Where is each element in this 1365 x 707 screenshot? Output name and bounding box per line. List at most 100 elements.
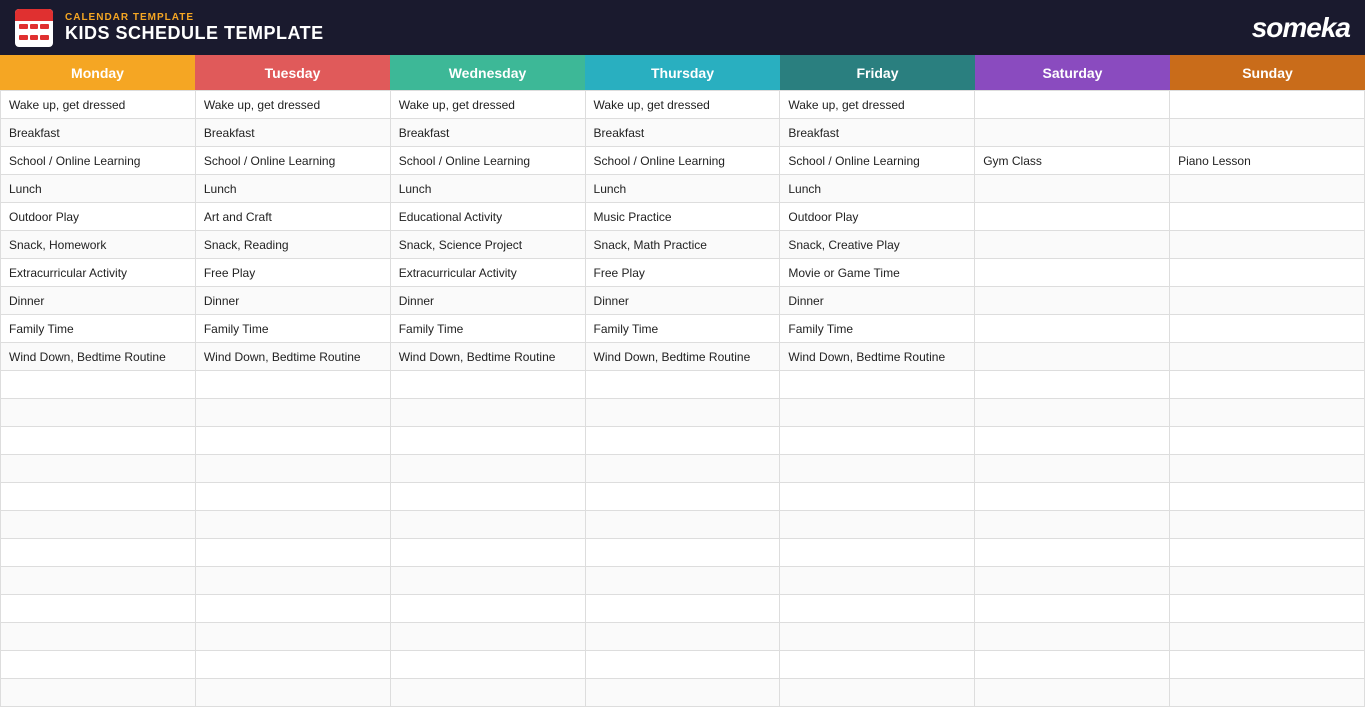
table-cell[interactable] bbox=[780, 511, 975, 539]
table-cell[interactable]: Family Time bbox=[390, 315, 585, 343]
table-cell[interactable] bbox=[1, 455, 196, 483]
table-cell[interactable]: Free Play bbox=[195, 259, 390, 287]
table-cell[interactable] bbox=[585, 427, 780, 455]
table-cell[interactable]: Educational Activity bbox=[390, 203, 585, 231]
table-cell[interactable] bbox=[390, 371, 585, 399]
table-cell[interactable] bbox=[975, 623, 1170, 651]
table-cell[interactable]: Wind Down, Bedtime Routine bbox=[390, 343, 585, 371]
table-cell[interactable] bbox=[975, 259, 1170, 287]
table-cell[interactable] bbox=[975, 203, 1170, 231]
table-cell[interactable] bbox=[1170, 231, 1365, 259]
table-cell[interactable]: Wake up, get dressed bbox=[780, 91, 975, 119]
table-cell[interactable] bbox=[390, 511, 585, 539]
table-cell[interactable] bbox=[975, 427, 1170, 455]
table-cell[interactable] bbox=[1170, 511, 1365, 539]
table-cell[interactable] bbox=[780, 679, 975, 707]
table-cell[interactable]: Lunch bbox=[195, 175, 390, 203]
table-cell[interactable] bbox=[585, 679, 780, 707]
table-cell[interactable] bbox=[780, 427, 975, 455]
table-cell[interactable] bbox=[780, 371, 975, 399]
table-cell[interactable]: Lunch bbox=[585, 175, 780, 203]
table-cell[interactable]: Family Time bbox=[195, 315, 390, 343]
table-cell[interactable]: Movie or Game Time bbox=[780, 259, 975, 287]
table-cell[interactable]: Snack, Reading bbox=[195, 231, 390, 259]
table-cell[interactable] bbox=[195, 623, 390, 651]
table-cell[interactable] bbox=[780, 455, 975, 483]
table-cell[interactable] bbox=[1, 539, 196, 567]
table-cell[interactable] bbox=[585, 483, 780, 511]
table-cell[interactable] bbox=[975, 91, 1170, 119]
table-cell[interactable]: Wind Down, Bedtime Routine bbox=[195, 343, 390, 371]
table-cell[interactable] bbox=[1170, 427, 1365, 455]
table-cell[interactable] bbox=[585, 623, 780, 651]
table-cell[interactable] bbox=[195, 399, 390, 427]
table-cell[interactable]: Family Time bbox=[585, 315, 780, 343]
table-cell[interactable]: Wake up, get dressed bbox=[1, 91, 196, 119]
table-cell[interactable]: Wake up, get dressed bbox=[585, 91, 780, 119]
table-cell[interactable]: School / Online Learning bbox=[585, 147, 780, 175]
table-cell[interactable] bbox=[585, 651, 780, 679]
table-cell[interactable]: School / Online Learning bbox=[390, 147, 585, 175]
table-cell[interactable] bbox=[195, 455, 390, 483]
table-cell[interactable] bbox=[585, 539, 780, 567]
table-cell[interactable] bbox=[1, 371, 196, 399]
table-cell[interactable]: Breakfast bbox=[195, 119, 390, 147]
table-cell[interactable] bbox=[585, 455, 780, 483]
table-cell[interactable]: School / Online Learning bbox=[1, 147, 196, 175]
table-cell[interactable] bbox=[1, 427, 196, 455]
table-cell[interactable] bbox=[975, 399, 1170, 427]
table-cell[interactable]: Outdoor Play bbox=[780, 203, 975, 231]
table-cell[interactable] bbox=[585, 371, 780, 399]
table-cell[interactable] bbox=[195, 539, 390, 567]
table-cell[interactable] bbox=[390, 455, 585, 483]
table-cell[interactable] bbox=[975, 287, 1170, 315]
table-cell[interactable]: Wind Down, Bedtime Routine bbox=[780, 343, 975, 371]
table-cell[interactable]: Breakfast bbox=[390, 119, 585, 147]
table-cell[interactable]: Lunch bbox=[780, 175, 975, 203]
table-cell[interactable] bbox=[390, 399, 585, 427]
table-cell[interactable] bbox=[1170, 371, 1365, 399]
table-cell[interactable] bbox=[1170, 679, 1365, 707]
table-cell[interactable] bbox=[780, 651, 975, 679]
table-cell[interactable]: Dinner bbox=[585, 287, 780, 315]
table-cell[interactable]: Dinner bbox=[195, 287, 390, 315]
table-cell[interactable] bbox=[1, 623, 196, 651]
table-cell[interactable] bbox=[780, 483, 975, 511]
table-cell[interactable]: Snack, Science Project bbox=[390, 231, 585, 259]
table-cell[interactable]: Breakfast bbox=[585, 119, 780, 147]
table-cell[interactable] bbox=[195, 483, 390, 511]
table-cell[interactable] bbox=[1170, 651, 1365, 679]
table-cell[interactable] bbox=[1, 399, 196, 427]
table-cell[interactable]: Wind Down, Bedtime Routine bbox=[585, 343, 780, 371]
table-cell[interactable] bbox=[195, 567, 390, 595]
table-cell[interactable] bbox=[390, 595, 585, 623]
table-cell[interactable] bbox=[975, 679, 1170, 707]
table-cell[interactable] bbox=[1170, 595, 1365, 623]
table-cell[interactable] bbox=[390, 651, 585, 679]
table-cell[interactable] bbox=[1170, 483, 1365, 511]
table-cell[interactable]: Extracurricular Activity bbox=[1, 259, 196, 287]
table-cell[interactable] bbox=[390, 427, 585, 455]
table-cell[interactable] bbox=[975, 119, 1170, 147]
table-cell[interactable] bbox=[585, 399, 780, 427]
table-cell[interactable]: Dinner bbox=[780, 287, 975, 315]
table-cell[interactable] bbox=[780, 623, 975, 651]
table-cell[interactable] bbox=[585, 595, 780, 623]
table-cell[interactable] bbox=[195, 651, 390, 679]
table-cell[interactable] bbox=[1, 483, 196, 511]
table-cell[interactable] bbox=[1170, 287, 1365, 315]
table-cell[interactable] bbox=[390, 623, 585, 651]
table-cell[interactable]: Extracurricular Activity bbox=[390, 259, 585, 287]
table-cell[interactable] bbox=[390, 539, 585, 567]
table-cell[interactable] bbox=[975, 539, 1170, 567]
table-cell[interactable] bbox=[780, 539, 975, 567]
table-cell[interactable] bbox=[975, 567, 1170, 595]
table-cell[interactable]: Snack, Math Practice bbox=[585, 231, 780, 259]
table-cell[interactable] bbox=[1170, 399, 1365, 427]
table-cell[interactable] bbox=[585, 567, 780, 595]
table-cell[interactable]: Snack, Homework bbox=[1, 231, 196, 259]
table-cell[interactable] bbox=[1170, 259, 1365, 287]
table-cell[interactable]: Outdoor Play bbox=[1, 203, 196, 231]
table-cell[interactable] bbox=[975, 343, 1170, 371]
table-cell[interactable] bbox=[195, 427, 390, 455]
